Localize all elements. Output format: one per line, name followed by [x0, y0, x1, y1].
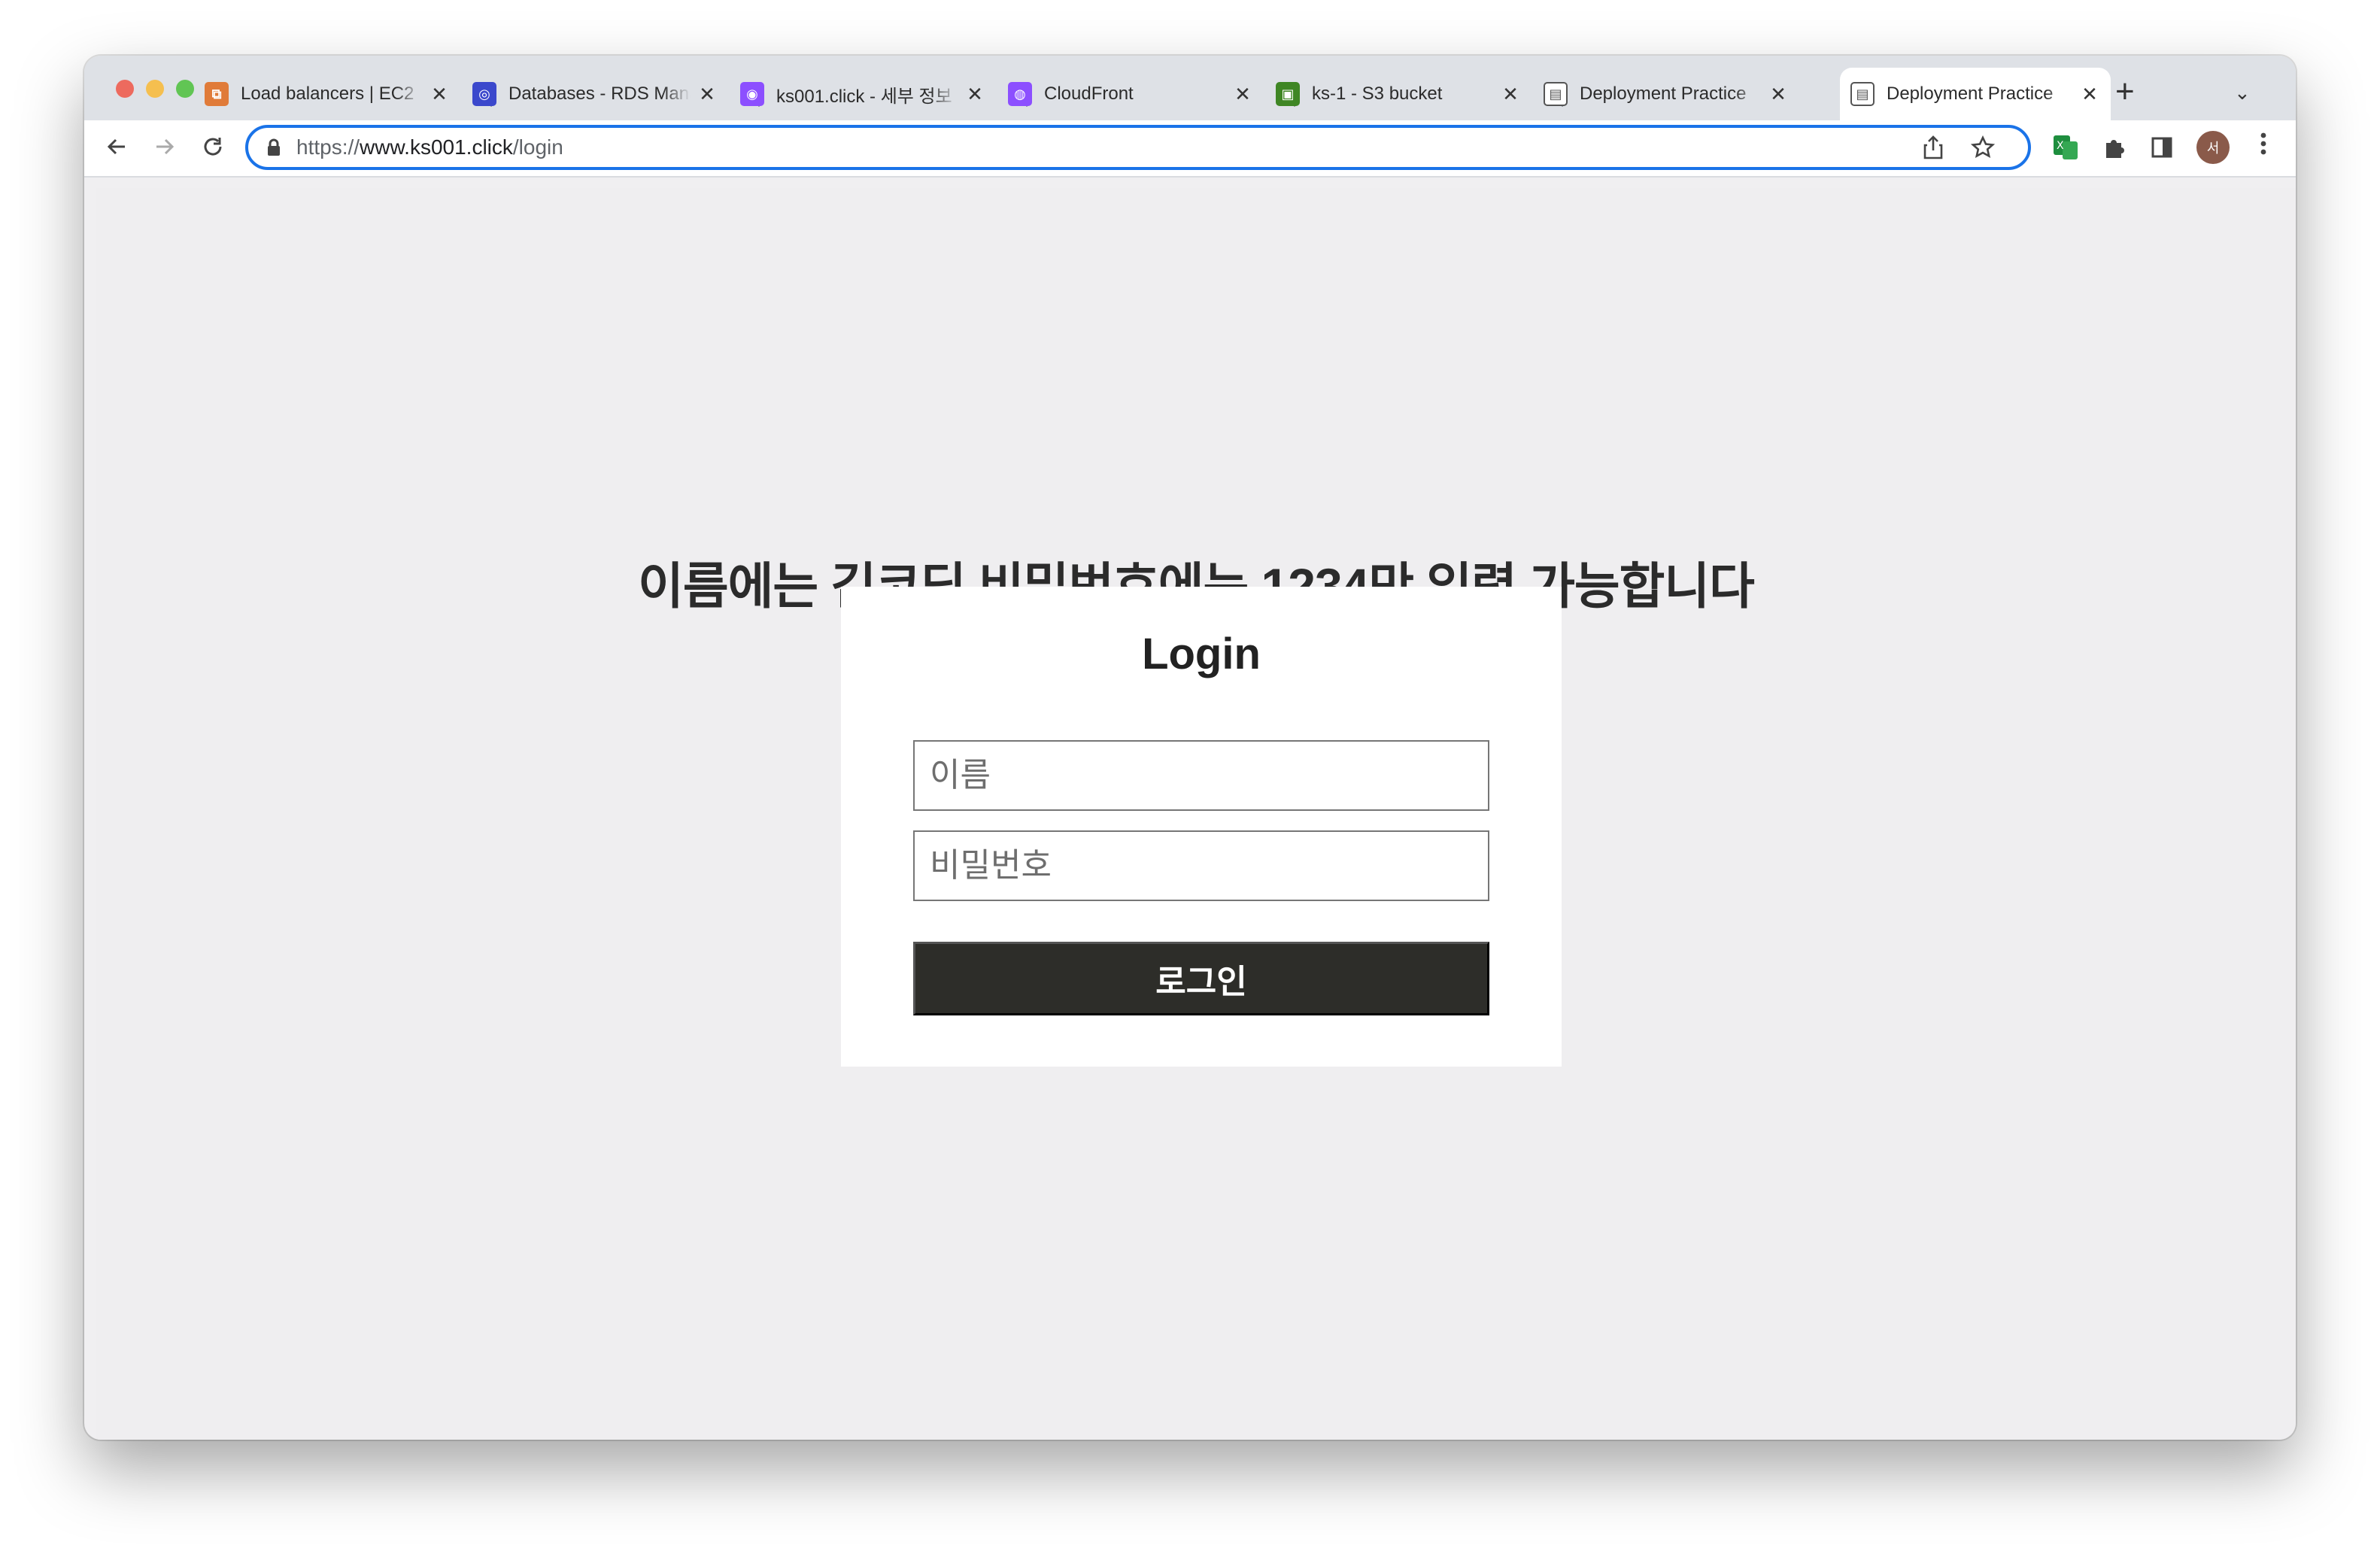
rds-favicon-icon: ◎ — [472, 82, 496, 106]
new-tab-icon[interactable]: + — [2115, 75, 2135, 108]
s3-favicon-icon: ▣ — [1276, 82, 1300, 106]
tab-strip: ⧉ Load balancers | EC2 ✕ ◎ Databases - R… — [84, 56, 2296, 120]
browser-toolbar: https://www.ks001.click/login X 서 — [84, 120, 2296, 178]
browser-window: ⧉ Load balancers | EC2 ✕ ◎ Databases - R… — [84, 56, 2296, 1440]
route53-favicon-icon: ◉ — [740, 82, 764, 106]
back-arrow-icon[interactable] — [98, 128, 135, 165]
tab-deployment-practice[interactable]: ▤ Deployment Practice ✕ — [1533, 68, 1799, 120]
tab-close-icon[interactable]: ✕ — [964, 83, 985, 106]
page-favicon-icon: ▤ — [1544, 82, 1568, 106]
puzzle-extensions-icon[interactable] — [2100, 134, 2127, 161]
tab-close-icon[interactable]: ✕ — [1768, 83, 1789, 106]
password-input[interactable] — [913, 830, 1489, 901]
url-scheme: https:// — [296, 135, 360, 159]
tab-title: Databases - RDS Management Console — [508, 83, 691, 104]
forward-arrow-icon[interactable] — [146, 128, 184, 165]
kebab-menu-icon[interactable] — [2260, 131, 2267, 163]
cloudfront-favicon-icon: ◍ — [1008, 82, 1032, 106]
tab-close-icon[interactable]: ✕ — [1232, 83, 1253, 106]
address-bar[interactable]: https://www.ks001.click/login — [245, 125, 2031, 170]
tab-close-icon[interactable]: ✕ — [697, 83, 718, 106]
chevron-down-icon[interactable]: ⌄ — [2234, 81, 2251, 105]
url-host: www.ks001.click — [360, 135, 513, 159]
reload-icon[interactable] — [194, 128, 232, 165]
share-icon[interactable] — [1923, 135, 1944, 165]
login-button[interactable]: 로그인 — [913, 942, 1489, 1015]
tab-s3-bucket[interactable]: ▣ ks-1 - S3 bucket ✕ — [1265, 68, 1532, 120]
lock-icon[interactable] — [266, 138, 281, 156]
tab-title: ks001.click - 세부 정보 — [776, 86, 952, 107]
tab-title: ks-1 - S3 bucket — [1312, 83, 1443, 104]
side-panel-icon[interactable] — [2148, 134, 2175, 161]
name-input[interactable] — [913, 740, 1489, 811]
bookmark-star-icon[interactable] — [1970, 135, 1996, 165]
profile-avatar[interactable]: 서 — [2196, 131, 2230, 164]
minimize-window-button[interactable] — [146, 80, 164, 98]
tab-close-icon[interactable]: ✕ — [1500, 83, 1521, 106]
page-favicon-icon: ▤ — [1850, 82, 1875, 106]
tab-close-icon[interactable]: ✕ — [2079, 83, 2100, 106]
tab-ks001-details[interactable]: ◉ ks001.click - 세부 정보 ✕ — [730, 68, 996, 120]
login-form-card: Login 로그인 — [841, 587, 1562, 1067]
url-path: /login — [512, 135, 563, 159]
address-url[interactable]: https://www.ks001.click/login — [296, 135, 563, 159]
close-window-button[interactable] — [116, 80, 134, 98]
tab-title: Deployment Practice — [1887, 83, 2054, 104]
page-content: 이름에는 김코딩,비밀번호에는 1234만 입력 가능합니다 Login 로그인 — [96, 188, 2296, 1440]
tab-title: CloudFront — [1044, 83, 1134, 104]
translate-extension-icon[interactable]: X — [2052, 134, 2079, 161]
tab-deployment-practice-active[interactable]: ▤ Deployment Practice ✕ — [1840, 68, 2111, 120]
tab-title: Load balancers | EC2 — [241, 83, 414, 104]
tab-close-icon[interactable]: ✕ — [429, 83, 450, 106]
tab-cloudfront[interactable]: ◍ CloudFront ✕ — [997, 68, 1264, 120]
maximize-window-button[interactable] — [176, 80, 194, 98]
login-title: Login — [1142, 630, 1261, 678]
ec2-favicon-icon: ⧉ — [205, 82, 229, 106]
tab-databases-rds[interactable]: ◎ Databases - RDS Management Console ✕ — [462, 68, 728, 120]
svg-text:X: X — [2057, 140, 2064, 152]
tab-title: Deployment Practice — [1580, 83, 1747, 104]
tab-load-balancers[interactable]: ⧉ Load balancers | EC2 ✕ — [194, 68, 460, 120]
